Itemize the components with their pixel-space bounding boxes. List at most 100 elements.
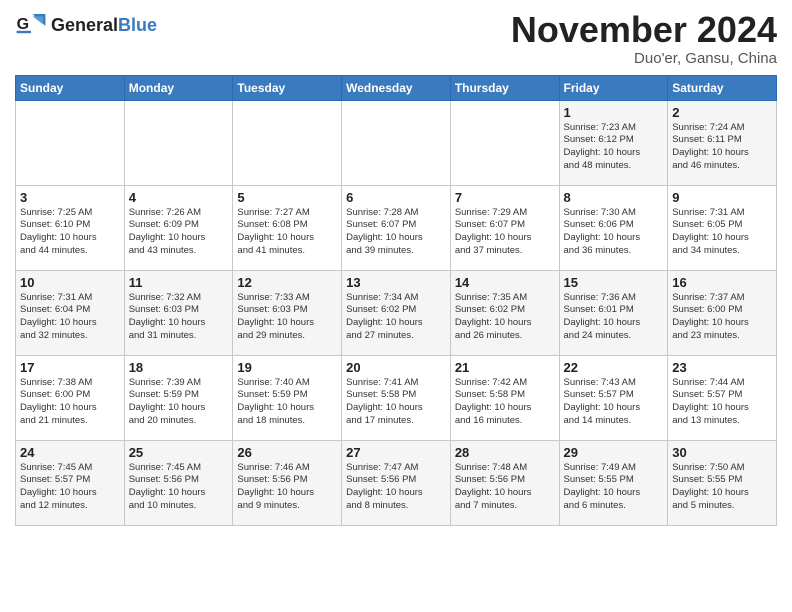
day-number: 26 <box>237 445 337 460</box>
title-block: November 2024 Duo'er, Gansu, China <box>511 10 777 67</box>
day-number: 3 <box>20 190 120 205</box>
day-number: 14 <box>455 275 555 290</box>
day-info: Sunrise: 7:45 AM Sunset: 5:57 PM Dayligh… <box>20 462 120 513</box>
day-number: 7 <box>455 190 555 205</box>
calendar-cell: 18Sunrise: 7:39 AM Sunset: 5:59 PM Dayli… <box>124 355 233 440</box>
calendar-cell <box>342 100 451 185</box>
calendar-cell: 26 Sunrise: 7:46 AM Sunset: 5:56 PM Dayli… <box>233 440 342 525</box>
day-number: 1 <box>564 105 664 120</box>
calendar-cell: 14 Sunrise: 7:35 AM Sunset: 6:02 PM Dayli… <box>450 270 559 355</box>
day-number: 4 <box>129 190 229 205</box>
day-number: 10 <box>20 275 120 290</box>
day-info: Sunrise: 7:39 AM Sunset: 5:59 PM Dayligh… <box>129 377 229 428</box>
day-number: 16 <box>672 275 772 290</box>
calendar-cell <box>233 100 342 185</box>
calendar-cell: 3Sunrise: 7:25 AM Sunset: 6:10 PM Daylig… <box>16 185 125 270</box>
calendar-cell: 19Sunrise: 7:40 AM Sunset: 5:59 PM Dayli… <box>233 355 342 440</box>
day-number: 8 <box>564 190 664 205</box>
day-info: Sunrise: 7:49 AM Sunset: 5:55 PM Dayligh… <box>564 462 664 513</box>
day-number: 5 <box>237 190 337 205</box>
day-info: Sunrise: 7:26 AM Sunset: 6:09 PM Dayligh… <box>129 207 229 258</box>
logo-blue: Blue <box>118 15 157 35</box>
calendar-cell: 5 Sunrise: 7:27 AM Sunset: 6:08 PM Daylig… <box>233 185 342 270</box>
day-number: 20 <box>346 360 446 375</box>
calendar-cell: 11Sunrise: 7:32 AM Sunset: 6:03 PM Dayli… <box>124 270 233 355</box>
calendar-week-3: 10 Sunrise: 7:31 AM Sunset: 6:04 PM Dayli… <box>16 270 777 355</box>
calendar-week-1: 1 Sunrise: 7:23 AM Sunset: 6:12 PM Daylig… <box>16 100 777 185</box>
calendar-cell: 23Sunrise: 7:44 AM Sunset: 5:57 PM Dayli… <box>668 355 777 440</box>
day-header-friday: Friday <box>559 75 668 100</box>
day-info: Sunrise: 7:47 AM Sunset: 5:56 PM Dayligh… <box>346 462 446 513</box>
day-number: 21 <box>455 360 555 375</box>
day-info: Sunrise: 7:44 AM Sunset: 5:57 PM Dayligh… <box>672 377 772 428</box>
day-info: Sunrise: 7:34 AM Sunset: 6:02 PM Dayligh… <box>346 292 446 343</box>
day-info: Sunrise: 7:38 AM Sunset: 6:00 PM Dayligh… <box>20 377 120 428</box>
day-info: Sunrise: 7:36 AM Sunset: 6:01 PM Dayligh… <box>564 292 664 343</box>
day-info: Sunrise: 7:23 AM Sunset: 6:12 PM Dayligh… <box>564 122 664 173</box>
day-info: Sunrise: 7:30 AM Sunset: 6:06 PM Dayligh… <box>564 207 664 258</box>
day-number: 9 <box>672 190 772 205</box>
svg-text:G: G <box>17 16 29 33</box>
calendar-header-row: SundayMondayTuesdayWednesdayThursdayFrid… <box>16 75 777 100</box>
day-info: Sunrise: 7:24 AM Sunset: 6:11 PM Dayligh… <box>672 122 772 173</box>
day-header-saturday: Saturday <box>668 75 777 100</box>
day-info: Sunrise: 7:37 AM Sunset: 6:00 PM Dayligh… <box>672 292 772 343</box>
calendar-cell <box>124 100 233 185</box>
day-info: Sunrise: 7:31 AM Sunset: 6:05 PM Dayligh… <box>672 207 772 258</box>
day-number: 25 <box>129 445 229 460</box>
calendar-cell: 28 Sunrise: 7:48 AM Sunset: 5:56 PM Dayli… <box>450 440 559 525</box>
day-info: Sunrise: 7:41 AM Sunset: 5:58 PM Dayligh… <box>346 377 446 428</box>
day-number: 27 <box>346 445 446 460</box>
day-number: 12 <box>237 275 337 290</box>
day-info: Sunrise: 7:33 AM Sunset: 6:03 PM Dayligh… <box>237 292 337 343</box>
calendar-cell: 1 Sunrise: 7:23 AM Sunset: 6:12 PM Daylig… <box>559 100 668 185</box>
calendar-cell: 30Sunrise: 7:50 AM Sunset: 5:55 PM Dayli… <box>668 440 777 525</box>
day-number: 17 <box>20 360 120 375</box>
calendar-cell: 2 Sunrise: 7:24 AM Sunset: 6:11 PM Daylig… <box>668 100 777 185</box>
calendar-cell: 25 Sunrise: 7:45 AM Sunset: 5:56 PM Dayli… <box>124 440 233 525</box>
day-info: Sunrise: 7:27 AM Sunset: 6:08 PM Dayligh… <box>237 207 337 258</box>
calendar-cell: 10 Sunrise: 7:31 AM Sunset: 6:04 PM Dayli… <box>16 270 125 355</box>
calendar-cell: 29 Sunrise: 7:49 AM Sunset: 5:55 PM Dayli… <box>559 440 668 525</box>
calendar-cell <box>450 100 559 185</box>
day-info: Sunrise: 7:48 AM Sunset: 5:56 PM Dayligh… <box>455 462 555 513</box>
day-number: 29 <box>564 445 664 460</box>
calendar-cell: 17 Sunrise: 7:38 AM Sunset: 6:00 PM Dayli… <box>16 355 125 440</box>
calendar-cell: 15 Sunrise: 7:36 AM Sunset: 6:01 PM Dayli… <box>559 270 668 355</box>
day-info: Sunrise: 7:35 AM Sunset: 6:02 PM Dayligh… <box>455 292 555 343</box>
calendar-week-5: 24 Sunrise: 7:45 AM Sunset: 5:57 PM Dayli… <box>16 440 777 525</box>
day-number: 15 <box>564 275 664 290</box>
day-header-wednesday: Wednesday <box>342 75 451 100</box>
month-title: November 2024 <box>511 10 777 50</box>
header: G GeneralBlue November 2024 Duo'er, Gans… <box>15 10 777 67</box>
day-header-tuesday: Tuesday <box>233 75 342 100</box>
page: G GeneralBlue November 2024 Duo'er, Gans… <box>0 0 792 536</box>
day-info: Sunrise: 7:32 AM Sunset: 6:03 PM Dayligh… <box>129 292 229 343</box>
day-number: 24 <box>20 445 120 460</box>
day-info: Sunrise: 7:45 AM Sunset: 5:56 PM Dayligh… <box>129 462 229 513</box>
day-info: Sunrise: 7:50 AM Sunset: 5:55 PM Dayligh… <box>672 462 772 513</box>
calendar-cell: 7Sunrise: 7:29 AM Sunset: 6:07 PM Daylig… <box>450 185 559 270</box>
location: Duo'er, Gansu, China <box>511 50 777 67</box>
calendar-cell: 27 Sunrise: 7:47 AM Sunset: 5:56 PM Dayli… <box>342 440 451 525</box>
day-header-thursday: Thursday <box>450 75 559 100</box>
day-number: 28 <box>455 445 555 460</box>
day-number: 13 <box>346 275 446 290</box>
calendar-cell <box>16 100 125 185</box>
day-number: 2 <box>672 105 772 120</box>
logo: G GeneralBlue <box>15 10 157 42</box>
day-header-sunday: Sunday <box>16 75 125 100</box>
calendar-cell: 21 Sunrise: 7:42 AM Sunset: 5:58 PM Dayli… <box>450 355 559 440</box>
day-info: Sunrise: 7:31 AM Sunset: 6:04 PM Dayligh… <box>20 292 120 343</box>
day-info: Sunrise: 7:46 AM Sunset: 5:56 PM Dayligh… <box>237 462 337 513</box>
day-header-monday: Monday <box>124 75 233 100</box>
logo-general: General <box>51 15 118 35</box>
calendar-cell: 6Sunrise: 7:28 AM Sunset: 6:07 PM Daylig… <box>342 185 451 270</box>
day-info: Sunrise: 7:40 AM Sunset: 5:59 PM Dayligh… <box>237 377 337 428</box>
calendar-cell: 13 Sunrise: 7:34 AM Sunset: 6:02 PM Dayli… <box>342 270 451 355</box>
logo-text-block: GeneralBlue <box>51 16 157 36</box>
day-info: Sunrise: 7:43 AM Sunset: 5:57 PM Dayligh… <box>564 377 664 428</box>
day-info: Sunrise: 7:42 AM Sunset: 5:58 PM Dayligh… <box>455 377 555 428</box>
calendar-cell: 12 Sunrise: 7:33 AM Sunset: 6:03 PM Dayli… <box>233 270 342 355</box>
calendar-cell: 24 Sunrise: 7:45 AM Sunset: 5:57 PM Dayli… <box>16 440 125 525</box>
